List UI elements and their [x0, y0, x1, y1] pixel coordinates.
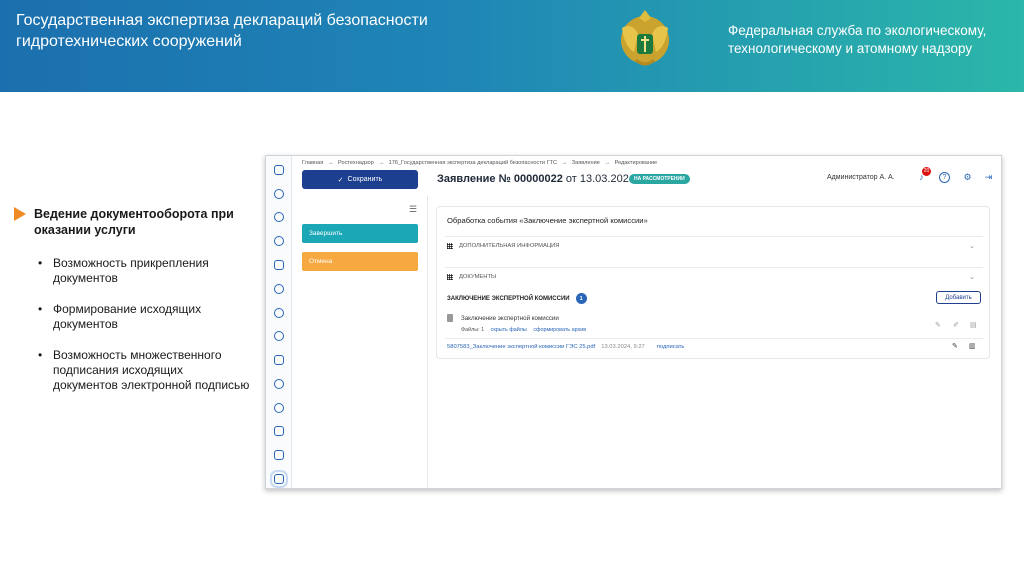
header-banner: Государственная экспертиза деклараций бе… [0, 0, 1024, 92]
edit-icon[interactable]: ✐ [953, 321, 959, 329]
files-label: Файлы: [461, 327, 480, 333]
gear-icon[interactable] [274, 284, 284, 294]
user-name[interactable]: Администратор А. А. [827, 174, 895, 181]
paperclip-icon[interactable]: ✎ [935, 321, 941, 329]
grid-icon [447, 242, 453, 249]
side-rail [266, 156, 292, 488]
trash-icon[interactable]: ▥ [969, 342, 976, 350]
breadcrumb-agency[interactable]: Ростехнадзор [338, 160, 374, 166]
app-screenshot: Главная → Ростехнадзор → 176_Государстве… [265, 155, 1002, 489]
filter-icon[interactable]: ☰ [409, 204, 419, 214]
finish-button[interactable]: Завершить [302, 224, 418, 243]
breadcrumb-home[interactable]: Главная [302, 160, 323, 166]
feature-list: Ведение документооборота при оказании ус… [14, 206, 250, 409]
application-date: от 13.03.2024 [565, 173, 635, 185]
section-additional-info[interactable]: ДОПОЛНИТЕЛЬНАЯ ИНФОРМАЦИЯ ⌄ [445, 236, 983, 254]
feature-item: Формирование исходящих документов [38, 302, 250, 332]
page-title: Заявление № 00000022 от 13.03.2024 [437, 173, 635, 185]
breadcrumb-separator-icon: → [604, 160, 610, 166]
feature-items: Возможность прикрепления документов Форм… [38, 256, 250, 393]
medal-icon[interactable] [274, 379, 284, 389]
users-icon[interactable] [274, 426, 284, 436]
gear-icon[interactable] [274, 189, 284, 199]
cancel-button[interactable]: Отмена [302, 252, 418, 271]
breadcrumb: Главная → Ростехнадзор → 176_Государстве… [302, 160, 660, 166]
banner-title: Государственная экспертиза деклараций бе… [16, 12, 428, 50]
chevron-down-icon: ⌄ [969, 242, 975, 250]
event-card: Обработка события «Заключение экспертной… [436, 206, 990, 359]
check-icon: ✓ [337, 176, 344, 184]
breadcrumb-application[interactable]: Заявление [572, 160, 600, 166]
add-button[interactable]: Добавить [936, 291, 981, 304]
chevron-down-icon: ⌄ [969, 273, 975, 281]
gear-icon[interactable] [274, 308, 284, 318]
logout-icon[interactable]: ⇥ [983, 172, 994, 183]
event-title: Обработка события «Заключение экспертной… [447, 216, 648, 225]
home-icon[interactable] [274, 165, 284, 175]
breadcrumb-separator-icon: → [327, 160, 334, 166]
file-date: 13.03.2024, 9:27 [601, 343, 645, 350]
eagle-emblem-icon [621, 10, 669, 66]
document-name: Заключение экспертной комиссии [461, 315, 559, 322]
banner-agency: Федеральная служба по экологическому, те… [728, 23, 987, 56]
breadcrumb-separator-icon: → [561, 160, 568, 166]
gear-icon[interactable] [274, 212, 284, 222]
gear-icon[interactable] [274, 236, 284, 246]
docs-heading: ЗАКЛЮЧЕНИЕ ЭКСПЕРТНОЙ КОМИССИИ 1 [447, 293, 587, 304]
document-icon[interactable] [274, 355, 284, 365]
feature-heading: Ведение документооборота при оказании ус… [34, 207, 234, 237]
docs-heading-label: ЗАКЛЮЧЕНИЕ ЭКСПЕРТНОЙ КОМИССИИ [447, 295, 570, 302]
image-icon[interactable] [274, 450, 284, 460]
status-badge: НА РАССМОТРЕНИИ [629, 174, 690, 184]
gear-icon[interactable] [274, 331, 284, 341]
breadcrumb-edit: Редактирование [614, 160, 658, 166]
trash-icon[interactable]: ▤ [970, 321, 977, 329]
hide-files-link[interactable]: скрыть файлы [491, 327, 527, 333]
feature-item: Возможность множественного подписания ис… [38, 348, 250, 393]
save-label: Сохранить [347, 176, 383, 183]
sign-link[interactable]: подписать [657, 344, 685, 350]
make-archive-link[interactable]: сформировать архив [533, 327, 586, 333]
docs-count-badge: 1 [575, 293, 587, 304]
files-count: 1 [481, 327, 485, 333]
save-button[interactable]: ✓ Сохранить [302, 170, 418, 189]
application-number: Заявление № 00000022 [437, 173, 563, 185]
section-documents-label: ДОКУМЕНТЫ [459, 273, 497, 280]
help-icon[interactable]: ? [939, 172, 950, 183]
file-row: 5807583_Заключение экспертной комиссии Г… [445, 338, 983, 354]
arrow-icon [14, 207, 26, 221]
feature-heading-row: Ведение документооборота при оказании ус… [14, 206, 250, 238]
gear-icon[interactable] [274, 403, 284, 413]
notification-count: 20 [922, 167, 931, 176]
breadcrumb-service[interactable]: 176_Государственная экспертиза деклараци… [389, 160, 557, 166]
document-active-icon[interactable] [270, 470, 288, 488]
feature-item: Возможность прикрепления документов [38, 256, 250, 286]
grid-icon [447, 273, 453, 280]
pencil-icon[interactable]: ✎ [952, 342, 958, 350]
map-icon[interactable] [274, 260, 284, 270]
file-link[interactable]: 5807583_Заключение экспертной комиссии Г… [447, 344, 595, 350]
document-meta: Файлы: 1 скрыть файлы сформировать архив [461, 327, 586, 333]
section-documents[interactable]: ДОКУМЕНТЫ ⌄ [445, 267, 983, 285]
breadcrumb-separator-icon: → [378, 160, 385, 166]
document-icon [447, 314, 453, 322]
section-additional-label: ДОПОЛНИТЕЛЬНАЯ ИНФОРМАЦИЯ [459, 242, 560, 249]
settings-icon[interactable]: ⚙ [962, 172, 973, 183]
